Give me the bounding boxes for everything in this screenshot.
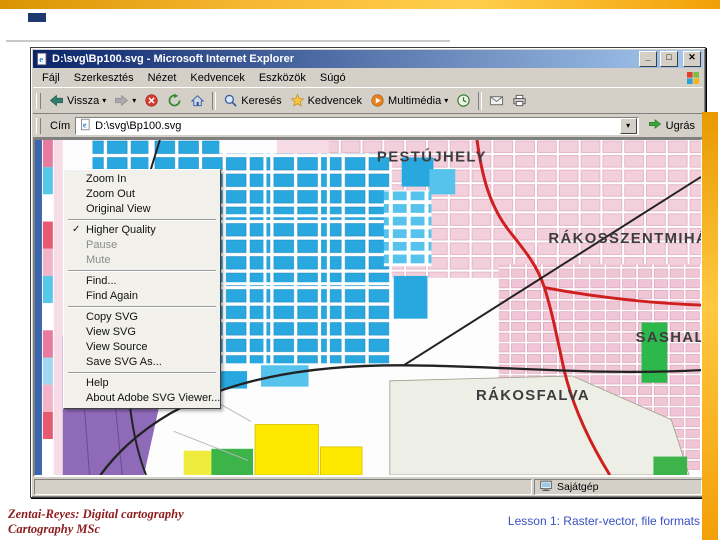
refresh-button[interactable] <box>163 90 186 111</box>
svg-viewer-context-menu: Zoom In Zoom Out Original View ✓ Higher Q… <box>63 169 221 409</box>
close-button[interactable]: ✕ <box>683 51 701 67</box>
forward-dropdown-caret[interactable]: ▾ <box>132 96 136 105</box>
mail-icon <box>489 93 504 108</box>
context-menu-item-find-again[interactable]: Find Again <box>66 289 218 304</box>
favorites-button[interactable]: Kedvencek <box>286 90 366 111</box>
menu-view[interactable]: Nézet <box>141 70 184 86</box>
addressbar-grip[interactable] <box>36 117 41 134</box>
svg-document-icon-small: e <box>79 118 92 134</box>
toolbar-separator <box>478 91 483 110</box>
context-menu-separator <box>68 372 216 374</box>
back-button[interactable]: Vissza ▾ <box>45 90 110 111</box>
favorites-label: Kedvencek <box>307 94 363 107</box>
go-button[interactable]: Ugrás <box>644 116 699 135</box>
footer-course-title: Zentai-Reyes: Digital cartography <box>8 507 184 521</box>
stop-icon <box>144 93 159 108</box>
context-menu-item-original-view[interactable]: Original View <box>66 202 218 217</box>
svg-document-icon: e <box>35 52 49 66</box>
map-label-rakosfalva: RÁKOSFALVA <box>476 387 590 404</box>
svg-text:e: e <box>83 120 87 129</box>
windows-flag-icon <box>685 70 701 86</box>
context-menu-separator <box>68 219 216 221</box>
refresh-icon <box>167 93 182 108</box>
context-menu-item-zoom-in[interactable]: Zoom In <box>66 172 218 187</box>
print-icon <box>512 93 527 108</box>
context-menu-item-pause: Pause <box>86 239 118 251</box>
check-icon: ✓ <box>72 224 81 235</box>
media-icon <box>370 93 385 108</box>
context-menu-item-copy-svg[interactable]: Copy SVG <box>66 310 218 325</box>
toolbar-grip[interactable] <box>36 92 41 109</box>
search-label: Keresés <box>241 94 282 107</box>
map-viewport[interactable]: PESTÚJHELY RÁKOSSZENTMIHÁLY SASHALOM RÁK… <box>33 138 703 477</box>
menu-file[interactable]: Fájl <box>35 70 67 86</box>
slide-accent-chip <box>28 13 46 22</box>
context-menu-item-mute: Mute <box>86 254 111 266</box>
mail-button[interactable] <box>485 90 508 111</box>
context-menu-item-view-source[interactable]: View Source <box>66 340 218 355</box>
context-menu-item-view-svg[interactable]: View SVG <box>66 325 218 340</box>
home-icon <box>190 93 205 108</box>
slide-footer-right: Lesson 1: Raster-vector, file formats <box>507 514 700 528</box>
context-menu-item-help[interactable]: Help <box>66 376 218 391</box>
slide: e D:\svg\Bp100.svg - Microsoft Internet … <box>0 0 720 540</box>
slide-top-accent-bar <box>0 0 720 9</box>
status-zone-label: Sajátgép <box>557 481 599 493</box>
ie-window: e D:\svg\Bp100.svg - Microsoft Internet … <box>30 47 706 498</box>
context-menu-item-save-svg-as[interactable]: Save SVG As... <box>66 355 218 370</box>
print-button[interactable] <box>508 90 531 111</box>
context-menu-item-higher-quality[interactable]: ✓ Higher Quality <box>66 223 218 238</box>
context-menu-separator <box>68 306 216 308</box>
minimize-button[interactable]: _ <box>639 51 657 67</box>
slide-divider-line <box>6 40 450 42</box>
address-bar: Cím e D:\svg\Bp100.svg ▾ Ugrás <box>33 114 703 138</box>
window-title: D:\svg\Bp100.svg - Microsoft Internet Ex… <box>52 53 295 65</box>
media-dropdown-caret[interactable]: ▾ <box>444 96 448 105</box>
menu-bar: Fájl Szerkesztés Nézet Kedvencek Eszközö… <box>33 68 703 88</box>
go-arrow-icon <box>648 117 662 134</box>
slide-right-accent-bar <box>702 112 718 540</box>
status-message-panel <box>34 479 532 495</box>
address-label: Cím <box>50 119 71 132</box>
back-dropdown-caret[interactable]: ▾ <box>102 96 106 105</box>
back-label: Vissza <box>67 94 100 107</box>
title-bar[interactable]: e D:\svg\Bp100.svg - Microsoft Internet … <box>33 50 703 68</box>
address-value: D:\svg\Bp100.svg <box>95 119 182 132</box>
forward-button[interactable]: ▾ <box>110 90 140 111</box>
context-menu-item-find[interactable]: Find... <box>66 274 218 289</box>
history-clock-icon <box>456 93 471 108</box>
menu-tools[interactable]: Eszközök <box>252 70 313 86</box>
go-label: Ugrás <box>665 119 695 132</box>
menu-edit[interactable]: Szerkesztés <box>67 70 141 86</box>
context-menu-item-about-adobe-svg-viewer[interactable]: About Adobe SVG Viewer... <box>66 391 220 406</box>
search-icon <box>223 93 238 108</box>
status-zone-panel: Sajátgép <box>534 479 702 495</box>
map-label-sashalom: SASHALOM <box>636 330 701 346</box>
media-label: Multimédia <box>388 94 442 107</box>
home-button[interactable] <box>186 90 209 111</box>
svg-text:e: e <box>39 54 43 64</box>
context-menu-separator <box>68 270 216 272</box>
slide-footer-left: Zentai-Reyes: Digital cartography Cartog… <box>8 507 184 537</box>
search-button[interactable]: Keresés <box>219 90 285 111</box>
favorites-star-icon <box>290 93 305 108</box>
map-label-rakosszentmihaly: RÁKOSSZENTMIHÁLY <box>548 230 701 247</box>
stop-button[interactable] <box>140 90 163 111</box>
media-button[interactable]: Multimédia ▾ <box>366 90 452 111</box>
toolbar-separator <box>212 91 217 110</box>
menu-help[interactable]: Súgó <box>313 70 353 86</box>
back-arrow-icon <box>49 93 64 108</box>
forward-arrow-icon <box>114 93 129 108</box>
my-computer-icon <box>539 479 553 496</box>
address-dropdown-button[interactable]: ▾ <box>619 117 637 134</box>
footer-course-subtitle: Cartography MSc <box>8 522 101 536</box>
toolbar: Vissza ▾ ▾ Keresés Kedvencek Multimédia … <box>33 88 703 114</box>
address-input[interactable]: e D:\svg\Bp100.svg ▾ <box>75 116 639 135</box>
maximize-button[interactable]: □ <box>660 51 678 67</box>
menu-favorites[interactable]: Kedvencek <box>183 70 251 86</box>
map-label-pestujhely: PESTÚJHELY <box>377 148 487 166</box>
context-menu-item-zoom-out[interactable]: Zoom Out <box>66 187 218 202</box>
history-button[interactable] <box>452 90 475 111</box>
status-bar: Sajátgép <box>33 477 703 495</box>
